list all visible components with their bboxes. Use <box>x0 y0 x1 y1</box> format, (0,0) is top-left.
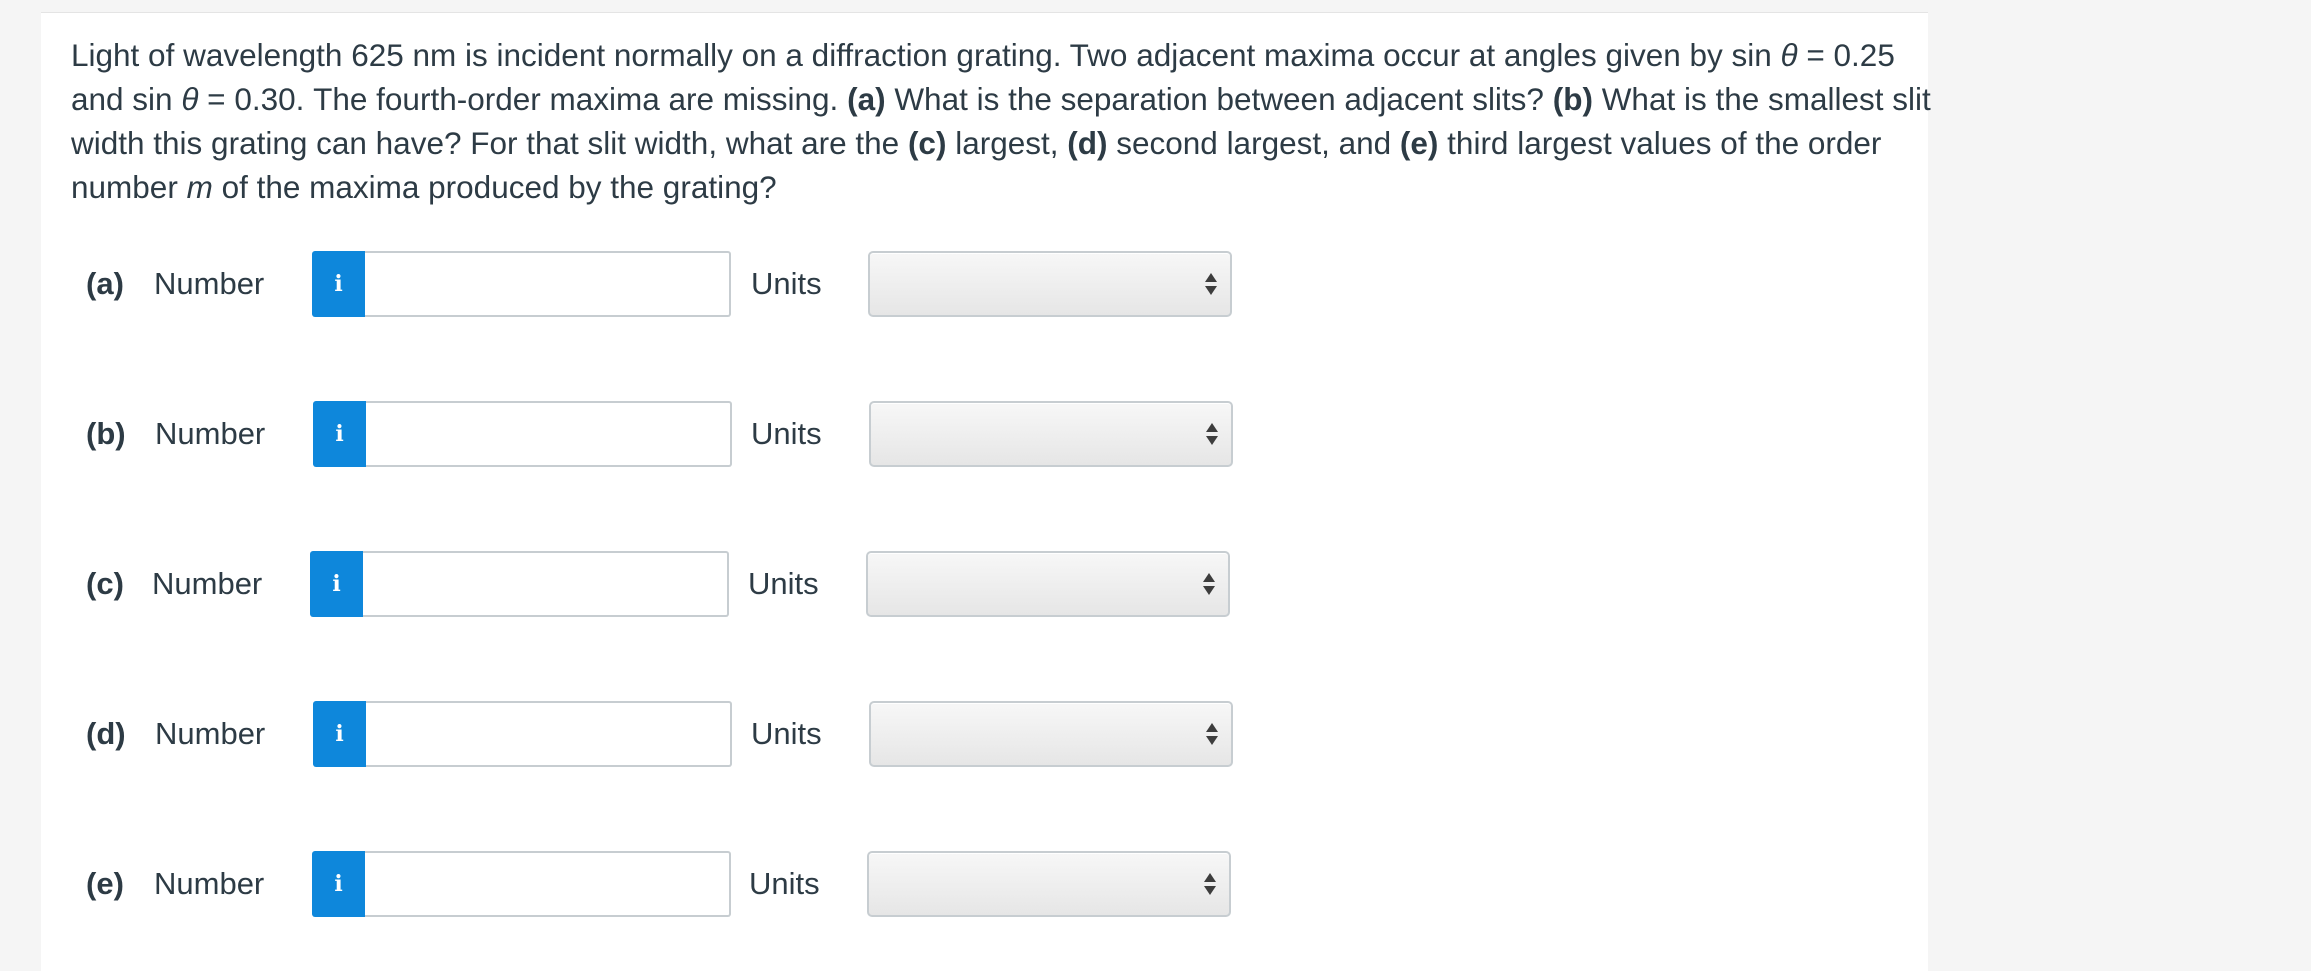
units-label: Units <box>749 866 820 901</box>
units-select[interactable] <box>867 851 1231 917</box>
number-label: Number <box>154 866 265 901</box>
number-input[interactable] <box>366 401 732 467</box>
question-card: Light of wavelength 625 nm is incident n… <box>41 12 1931 971</box>
info-button[interactable]: i <box>312 851 365 917</box>
part-label: (a) <box>86 266 124 301</box>
number-input[interactable] <box>366 701 732 767</box>
units-label: Units <box>751 266 822 301</box>
number-label: Number <box>155 716 266 751</box>
units-select[interactable] <box>868 251 1232 317</box>
part-c-tag: (c) <box>907 125 947 161</box>
number-input[interactable] <box>365 251 731 317</box>
number-label: Number <box>155 416 266 451</box>
answer-row-b: (b) Number i Units <box>0 401 2311 467</box>
part-e-tag: (e) <box>1399 125 1439 161</box>
units-select[interactable] <box>869 701 1233 767</box>
info-button[interactable]: i <box>313 701 366 767</box>
info-icon: i <box>332 571 341 597</box>
number-input[interactable] <box>365 851 731 917</box>
units-select[interactable] <box>869 401 1233 467</box>
part-label: (b) <box>86 416 126 451</box>
info-icon: i <box>334 271 343 297</box>
question-segment: second largest, and <box>1107 125 1400 161</box>
info-icon: i <box>335 721 344 747</box>
part-a-tag: (a) <box>847 81 886 117</box>
units-label: Units <box>751 716 822 751</box>
units-label: Units <box>751 416 822 451</box>
number-label: Number <box>154 266 265 301</box>
select-arrows-icon <box>1206 723 1218 747</box>
info-button[interactable]: i <box>313 401 366 467</box>
answer-row-d: (d) Number i Units <box>0 701 2311 767</box>
question-segment: What is the separation between adjacent … <box>885 81 1553 117</box>
number-input[interactable] <box>363 551 729 617</box>
units-select[interactable] <box>866 551 1230 617</box>
part-label: (e) <box>86 866 124 901</box>
part-label: (c) <box>86 566 124 601</box>
info-icon: i <box>335 421 344 447</box>
select-arrows-icon <box>1206 423 1218 447</box>
question-segment: of the maxima produced by the grating? <box>212 169 777 205</box>
info-button[interactable]: i <box>310 551 363 617</box>
question-segment: largest, <box>946 125 1068 161</box>
question-text: Light of wavelength 625 nm is incident n… <box>71 33 1941 209</box>
info-button[interactable]: i <box>312 251 365 317</box>
order-variable: m <box>186 169 213 205</box>
number-label: Number <box>152 566 263 601</box>
part-d-tag: (d) <box>1067 125 1108 161</box>
question-segment: Light of wavelength 625 nm is incident n… <box>71 37 1781 73</box>
part-label: (d) <box>86 716 126 751</box>
answer-row-c: (c) Number i Units <box>0 551 2311 617</box>
answer-row-a: (a) Number i Units <box>0 251 2311 317</box>
info-icon: i <box>334 871 343 897</box>
select-arrows-icon <box>1203 573 1215 597</box>
theta-symbol: θ <box>181 81 199 117</box>
answer-row-e: (e) Number i Units <box>0 851 2311 917</box>
question-segment: = 0.30. The fourth-order maxima are miss… <box>198 81 848 117</box>
part-b-tag: (b) <box>1552 81 1593 117</box>
units-label: Units <box>748 566 819 601</box>
select-arrows-icon <box>1205 273 1217 297</box>
theta-symbol: θ <box>1780 37 1798 73</box>
select-arrows-icon <box>1204 873 1216 897</box>
